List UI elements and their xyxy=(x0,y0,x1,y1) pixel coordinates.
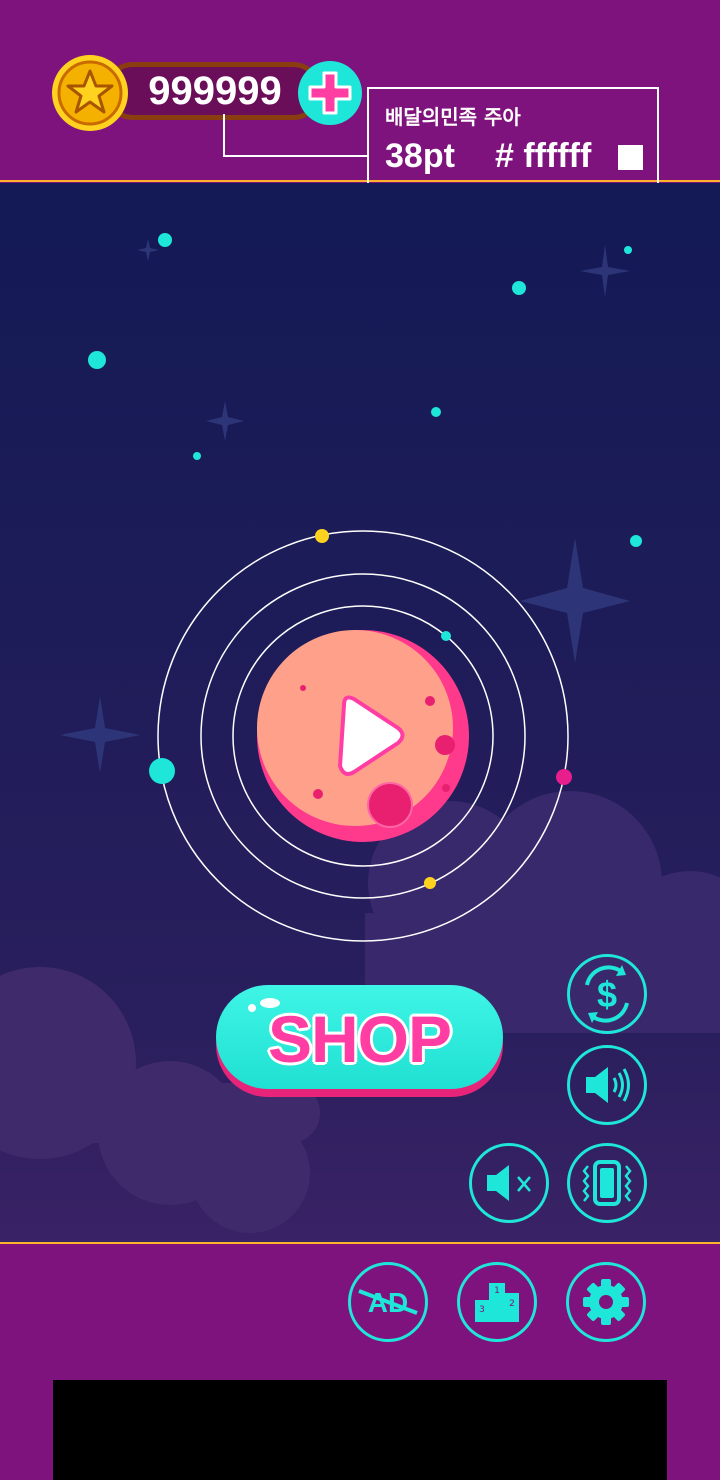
svg-text:2: 2 xyxy=(509,1299,515,1309)
sparkle-icon xyxy=(580,245,630,297)
settings-button[interactable] xyxy=(566,1262,646,1342)
font-name: 배달의민족 주아 xyxy=(385,105,521,129)
podium-icon: 1 2 3 xyxy=(475,1283,519,1322)
planet-play-button xyxy=(257,630,469,842)
annotation-leader xyxy=(223,155,368,157)
font-color-code: # ffffff xyxy=(495,137,592,175)
leaderboard-button[interactable]: 1 2 3 xyxy=(457,1262,537,1342)
speaker-on-icon xyxy=(586,1067,630,1103)
sparkle-icon xyxy=(520,538,630,663)
currency-exchange-button[interactable]: $ xyxy=(567,954,647,1034)
svg-text:1: 1 xyxy=(494,1286,500,1296)
vibration-icon xyxy=(582,1160,632,1206)
star-coin-icon xyxy=(52,55,128,131)
vibration-button[interactable] xyxy=(567,1143,647,1223)
color-swatch xyxy=(618,145,643,170)
ad-banner[interactable] xyxy=(53,1380,667,1480)
svg-text:$: $ xyxy=(597,974,617,1015)
coin-amount: 999999 xyxy=(148,69,282,113)
annotation-leader xyxy=(223,114,225,157)
game-scene: SHOP $ xyxy=(0,183,720,1243)
sparkle-icon xyxy=(60,696,140,773)
sparkle-icon xyxy=(137,239,159,261)
speaker-mute-icon xyxy=(487,1165,531,1201)
font-size: 38pt xyxy=(385,137,455,175)
sound-mute-button[interactable] xyxy=(469,1143,549,1223)
add-coins-button[interactable] xyxy=(297,60,363,126)
dollar-exchange-icon: $ xyxy=(585,965,629,1023)
shop-button[interactable]: SHOP xyxy=(216,985,503,1097)
sparkle-icon xyxy=(206,401,244,441)
remove-ads-button[interactable]: AD xyxy=(348,1262,428,1342)
svg-text:3: 3 xyxy=(479,1305,485,1315)
font-spec-annotation: 배달의민족 주아 38pt # ffffff xyxy=(367,87,659,196)
top-bar: 999999 배달의민족 주아 38pt # ffffff xyxy=(0,0,720,196)
orbit-dot xyxy=(556,769,572,785)
orbit-dot xyxy=(424,877,436,889)
orbit-dot xyxy=(149,758,175,784)
orbit-dot xyxy=(315,529,329,543)
star-dots xyxy=(88,233,642,547)
no-ads-icon: AD xyxy=(358,1287,418,1318)
shop-label: SHOP xyxy=(267,1002,452,1076)
gear-icon xyxy=(583,1279,629,1325)
sound-on-button[interactable] xyxy=(567,1045,647,1125)
orbit-dot xyxy=(441,631,451,641)
